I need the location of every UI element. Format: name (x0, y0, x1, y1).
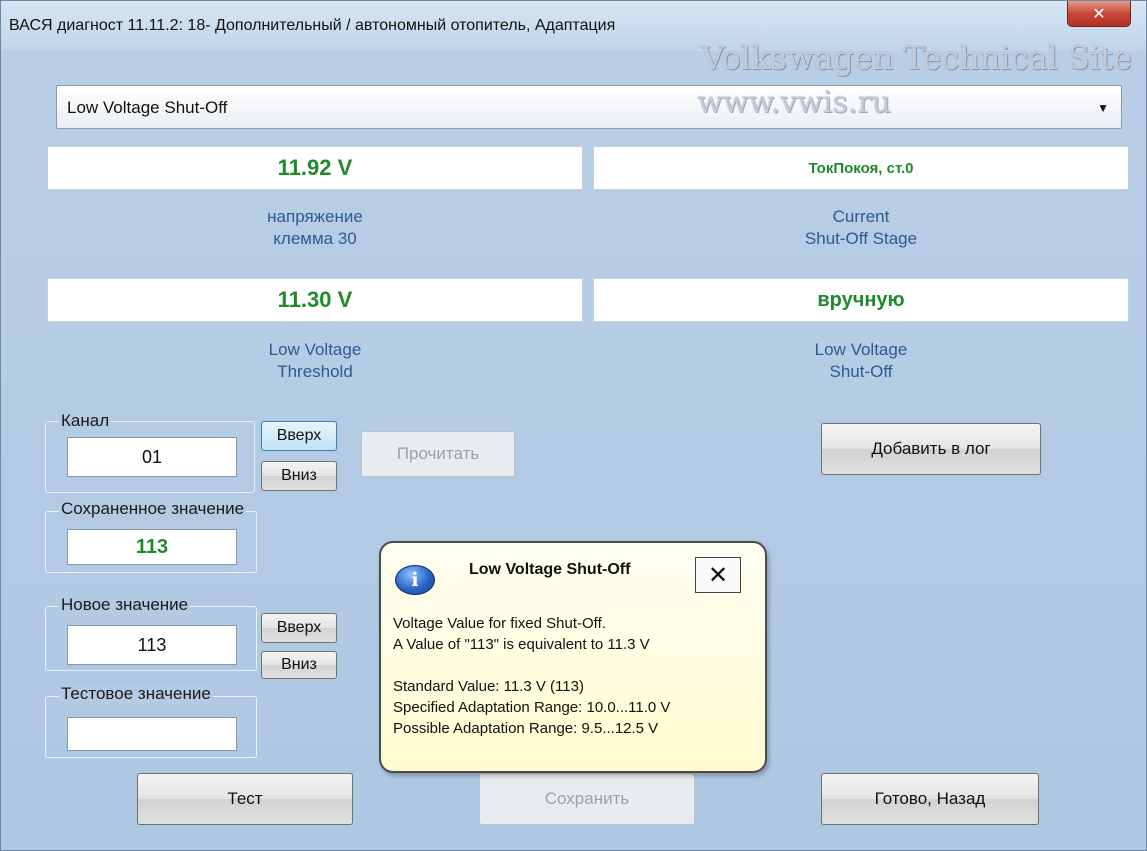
close-icon: ✕ (707, 561, 729, 589)
watermark-line-2: www.vwis.ru (697, 85, 891, 120)
balloon-line: A Value of "113" is equivalent to 11.3 V (393, 636, 650, 653)
caption-line: Shut-Off Stage (804, 229, 918, 248)
test-button[interactable]: Тест (137, 773, 353, 825)
close-icon: ✕ (1092, 5, 1106, 23)
balloon-line: Possible Adaptation Range: 9.5...12.5 V (393, 720, 659, 737)
channel-input[interactable]: 01 (67, 437, 237, 477)
caption-line: Threshold (277, 362, 353, 381)
measure-field-shutoff-mode: вручную (593, 278, 1129, 322)
caption-line: Shut-Off (829, 362, 893, 381)
chevron-down-icon[interactable]: ▼ (1097, 101, 1109, 115)
caption-line: Low Voltage (268, 340, 362, 359)
channel-select-value: Low Voltage Shut-Off (67, 98, 228, 117)
read-button[interactable]: Прочитать (361, 431, 515, 477)
channel-down-button[interactable]: Вниз (261, 461, 337, 491)
info-icon-glyph: i (411, 569, 419, 591)
add-to-log-button[interactable]: Добавить в лог (821, 423, 1041, 475)
measure-field-threshold: 11.30 V (47, 278, 583, 322)
channel-select[interactable]: Low Voltage Shut-Off ▼ (56, 85, 1122, 129)
measure-value: 11.92 V (277, 155, 353, 180)
measure-caption-shutoff-mode: Low Voltage Shut-Off (593, 339, 1129, 383)
measure-value: вручную (817, 288, 905, 311)
balloon-line: Specified Adaptation Range: 10.0...11.0 … (393, 699, 671, 716)
measure-value: 11.30 V (277, 287, 353, 312)
saved-value-label: Сохраненное значение (59, 499, 247, 519)
test-value-label: Тестовое значение (59, 684, 213, 704)
measure-caption-voltage-term30: напряжение клемма 30 (47, 206, 583, 250)
watermark-line-1: Volkswagen Technical Site (701, 39, 1132, 77)
new-value-label: Новое значение (59, 595, 191, 615)
new-value-down-button[interactable]: Вниз (261, 651, 337, 679)
measure-value: ТокПокоя, ст.0 (808, 159, 914, 177)
measure-caption-current-stage: Current Shut-Off Stage (593, 206, 1129, 250)
info-icon: i (395, 565, 435, 595)
channel-input-value: 01 (141, 446, 163, 467)
balloon-body: Voltage Value for fixed Shut-Off. A Valu… (393, 613, 670, 739)
done-back-button[interactable]: Готово, Назад (821, 773, 1039, 825)
adaptation-window: ВАСЯ диагност 11.11.2: 18- Дополнительны… (0, 0, 1147, 851)
new-value-input[interactable]: 113 (67, 625, 237, 665)
caption-line: Low Voltage (814, 340, 908, 359)
saved-value-value: 113 (135, 535, 169, 558)
balloon-title: Low Voltage Shut-Off (469, 561, 631, 578)
new-value-input-value: 113 (137, 634, 167, 655)
channel-label: Канал (59, 411, 112, 431)
save-button[interactable]: Сохранить (479, 773, 695, 825)
balloon-close-button[interactable]: ✕ (695, 557, 741, 593)
window-title: ВАСЯ диагност 11.11.2: 18- Дополнительны… (9, 17, 616, 34)
measure-field-current-stage: ТокПокоя, ст.0 (593, 146, 1129, 190)
new-value-up-button[interactable]: Вверх (261, 613, 337, 643)
balloon-spacer (393, 655, 670, 676)
channel-up-button[interactable]: Вверх (261, 421, 337, 451)
info-balloon: i Low Voltage Shut-Off ✕ Voltage Value f… (379, 541, 767, 773)
caption-line: клемма 30 (273, 229, 357, 248)
caption-line: Current (832, 207, 890, 226)
saved-value-field: 113 (67, 529, 237, 565)
balloon-line: Standard Value: 11.3 V (113) (393, 678, 584, 695)
balloon-line: Voltage Value for fixed Shut-Off. (393, 615, 606, 632)
window-close-button[interactable]: ✕ (1067, 1, 1131, 27)
measure-field-voltage-term30: 11.92 V (47, 146, 583, 190)
caption-line: напряжение (267, 207, 363, 226)
measure-caption-threshold: Low Voltage Threshold (47, 339, 583, 383)
test-value-input[interactable] (67, 717, 237, 751)
